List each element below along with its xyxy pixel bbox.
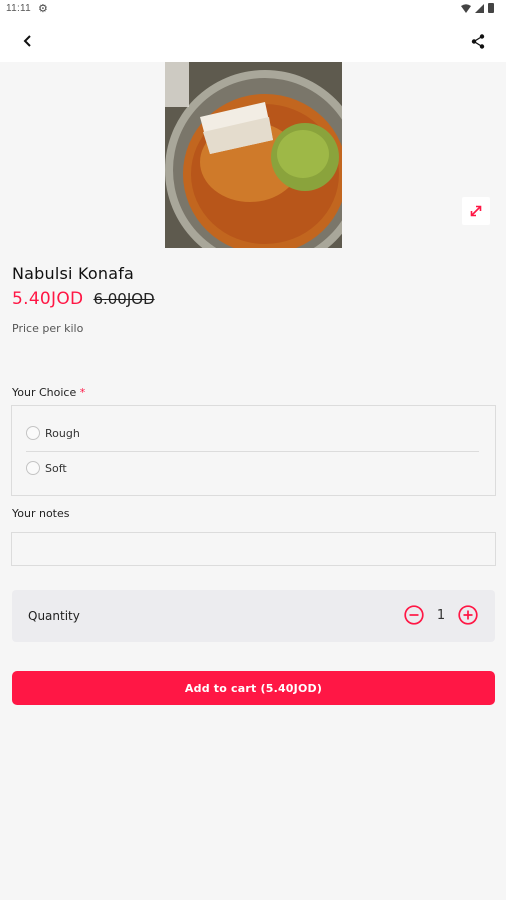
- product-title: Nabulsi Konafa: [12, 264, 135, 283]
- konafa-photo: [165, 62, 342, 248]
- quantity-stepper: 1: [404, 605, 478, 625]
- required-mark: *: [79, 386, 86, 399]
- share-button[interactable]: [466, 29, 490, 53]
- current-price: 5.40JOD: [12, 289, 84, 309]
- expand-image-button[interactable]: [462, 197, 490, 225]
- back-button[interactable]: [16, 29, 40, 53]
- system-icons: [461, 3, 494, 13]
- divider: [26, 451, 479, 452]
- option-rough[interactable]: Rough: [26, 426, 80, 440]
- signal-icon: [475, 3, 484, 13]
- price-unit-note: Price per kilo: [12, 322, 84, 335]
- radio-button[interactable]: [26, 426, 40, 440]
- add-to-cart-button[interactable]: Add to cart (5.40JOD): [12, 671, 495, 705]
- expand-diagonal-icon: [470, 205, 482, 217]
- quantity-value: 1: [436, 607, 446, 623]
- quantity-label: Quantity: [28, 609, 80, 623]
- wifi-icon: [461, 3, 471, 13]
- app-bar: [0, 20, 506, 62]
- minus-circle-icon[interactable]: [404, 605, 424, 625]
- plus-circle-icon[interactable]: [458, 605, 478, 625]
- notes-input[interactable]: [11, 532, 496, 566]
- status-bar: 11:11 ⚙: [0, 0, 506, 20]
- choice-label-text: Your Choice: [12, 386, 77, 399]
- status-time: 11:11: [6, 3, 32, 14]
- notes-label: Your notes: [12, 507, 70, 520]
- arrow-back-icon: [23, 35, 31, 47]
- price-row: 5.40JOD 6.00JOD: [12, 289, 155, 309]
- option-soft[interactable]: Soft: [26, 461, 67, 475]
- radio-button[interactable]: [26, 461, 40, 475]
- choice-options-box: Rough Soft: [11, 405, 496, 496]
- battery-icon: [488, 3, 494, 13]
- product-image[interactable]: [165, 62, 342, 248]
- gear-icon: ⚙: [38, 3, 48, 15]
- option-label: Soft: [45, 461, 67, 475]
- option-label: Rough: [45, 426, 80, 440]
- share-icon: [471, 33, 485, 49]
- choice-section-label: Your Choice *: [12, 386, 85, 399]
- original-price: 6.00JOD: [93, 290, 155, 308]
- quantity-panel: Quantity 1: [12, 590, 495, 642]
